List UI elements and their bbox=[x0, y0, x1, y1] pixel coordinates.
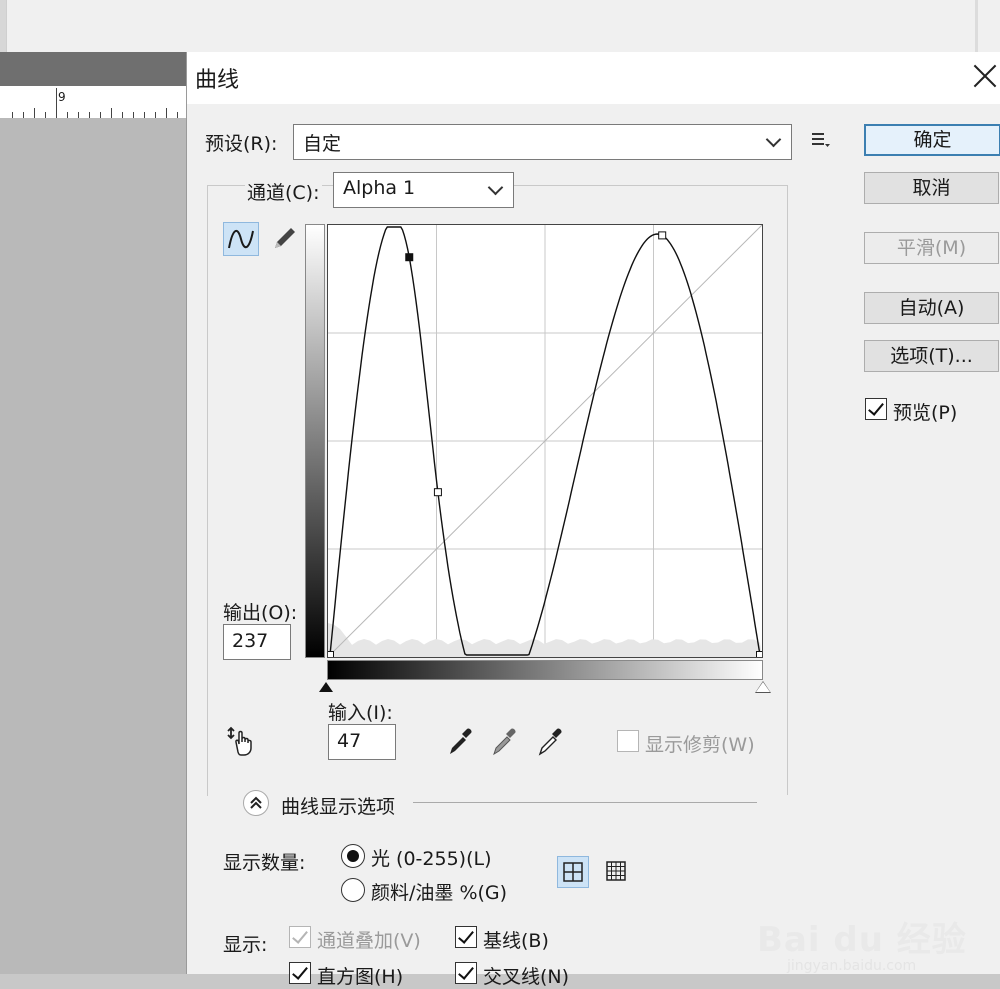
black-eyedropper-icon[interactable] bbox=[445, 726, 475, 758]
smooth-button[interactable]: 平滑(M) bbox=[864, 232, 999, 264]
edit-points-curve-tool[interactable] bbox=[223, 222, 259, 256]
chevron-down-icon bbox=[765, 131, 782, 148]
app-background-edge bbox=[0, 0, 7, 52]
curve-control-point bbox=[405, 253, 414, 262]
white-point-slider[interactable] bbox=[756, 682, 770, 692]
light-radio-label: 光 (0-255)(L) bbox=[371, 848, 492, 870]
baidu-watermark-logo: Bai du 经验 bbox=[757, 920, 967, 960]
preset-menu-icon[interactable] bbox=[811, 130, 831, 150]
black-point-slider[interactable] bbox=[319, 682, 333, 692]
on-image-adjust-tool[interactable] bbox=[225, 724, 261, 760]
show-amount-label: 显示数量: bbox=[223, 852, 306, 874]
output-field[interactable]: 237 bbox=[223, 624, 291, 660]
intersection-line-checkbox[interactable] bbox=[455, 962, 477, 984]
pencil-tool[interactable] bbox=[267, 222, 303, 256]
curves-group-frame bbox=[787, 185, 788, 795]
input-gradient-bar bbox=[327, 660, 763, 680]
preset-label: 预设(R): bbox=[205, 133, 278, 155]
document-tab-bar bbox=[0, 52, 190, 86]
baseline-checkbox[interactable] bbox=[455, 926, 477, 948]
channel-overlays-checkbox[interactable] bbox=[289, 926, 311, 948]
hand-icon bbox=[227, 726, 252, 756]
horizontal-ruler bbox=[0, 86, 190, 119]
channel-overlays-label: 通道叠加(V) bbox=[317, 930, 421, 952]
cancel-button[interactable]: 取消 bbox=[864, 172, 999, 204]
curve-icon bbox=[228, 230, 254, 249]
gray-eyedropper-icon[interactable] bbox=[489, 726, 519, 758]
options-button[interactable]: 选项(T)... bbox=[864, 340, 999, 372]
baseline-label: 基线(B) bbox=[483, 930, 549, 952]
grid-4-icon bbox=[563, 862, 583, 882]
chevron-up-icon bbox=[250, 796, 262, 809]
histogram-label: 直方图(H) bbox=[317, 966, 404, 988]
channel-value: Alpha 1 bbox=[343, 177, 416, 199]
preview-label: 预览(P) bbox=[893, 402, 958, 424]
channel-dropdown[interactable]: Alpha 1 bbox=[333, 172, 514, 208]
curve-graph-svg bbox=[326, 224, 764, 659]
preset-dropdown[interactable]: 自定 bbox=[293, 124, 792, 160]
curve-graph[interactable] bbox=[326, 224, 764, 659]
chevron-down-icon bbox=[487, 179, 504, 196]
auto-button[interactable]: 自动(A) bbox=[864, 292, 999, 324]
show-label: 显示: bbox=[223, 934, 268, 956]
output-value: 237 bbox=[232, 630, 269, 652]
collapse-options-button[interactable] bbox=[243, 790, 269, 816]
close-icon[interactable] bbox=[972, 62, 998, 88]
grid-10-icon bbox=[606, 861, 626, 881]
section-divider bbox=[413, 802, 757, 803]
curve-control-point bbox=[326, 651, 334, 659]
detailed-grid-button[interactable] bbox=[601, 856, 633, 888]
baidu-watermark-url: jingyan.baidu.com bbox=[787, 958, 917, 974]
curve-control-point bbox=[658, 231, 667, 240]
ruler-number: 9 bbox=[58, 90, 66, 104]
dialog-titlebar[interactable]: 曲线 bbox=[187, 52, 1000, 104]
document-canvas[interactable] bbox=[0, 118, 190, 974]
dialog-title: 曲线 bbox=[195, 68, 240, 93]
light-radio[interactable] bbox=[341, 844, 365, 868]
app-background-edge bbox=[975, 0, 978, 52]
input-field[interactable]: 47 bbox=[328, 724, 396, 760]
output-label: 输出(O): bbox=[223, 602, 298, 624]
preview-checkbox[interactable] bbox=[865, 398, 887, 420]
curve-control-point bbox=[756, 651, 764, 659]
output-gradient-bar bbox=[305, 224, 325, 658]
simple-grid-button[interactable] bbox=[557, 856, 589, 888]
histogram-checkbox[interactable] bbox=[289, 962, 311, 984]
channel-label: 通道(C): bbox=[245, 178, 322, 205]
app-background-top bbox=[0, 0, 1000, 52]
pigment-radio-label: 颜料/油墨 %(G) bbox=[371, 882, 508, 904]
pencil-icon bbox=[275, 228, 295, 248]
ok-button[interactable]: 确定 bbox=[864, 124, 1000, 156]
curve-display-options-label: 曲线显示选项 bbox=[281, 796, 396, 818]
input-label: 输入(I): bbox=[328, 702, 393, 724]
white-eyedropper-icon[interactable] bbox=[535, 726, 565, 758]
intersection-line-label: 交叉线(N) bbox=[483, 966, 570, 988]
curves-dialog: 曲线 预设(R): 自定 通道(C): Alpha 1 输出(O): 237 输… bbox=[186, 52, 1000, 988]
preset-value: 自定 bbox=[303, 133, 342, 155]
pigment-radio[interactable] bbox=[341, 878, 365, 902]
show-clipping-checkbox[interactable] bbox=[617, 730, 639, 752]
input-value: 47 bbox=[337, 730, 362, 752]
curve-control-point bbox=[433, 488, 442, 497]
show-clipping-label: 显示修剪(W) bbox=[645, 734, 755, 756]
